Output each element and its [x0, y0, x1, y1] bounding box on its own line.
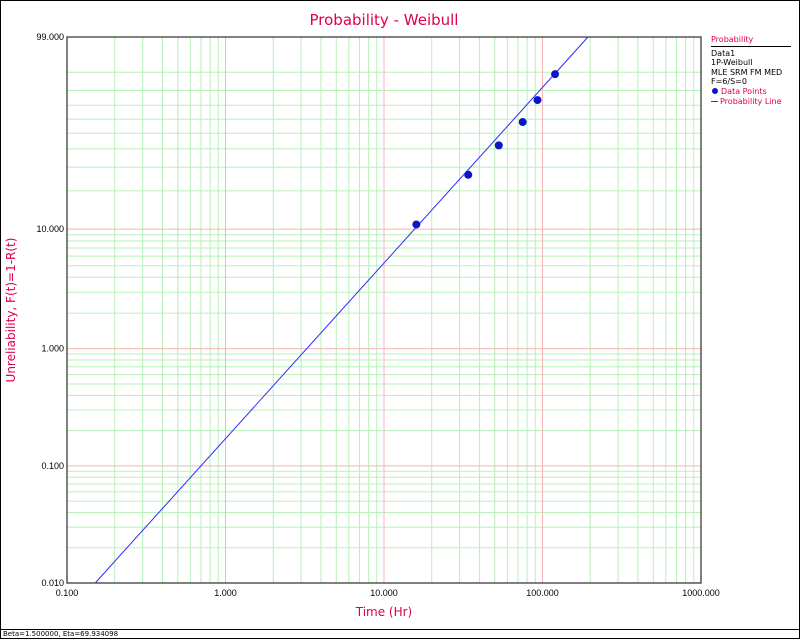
legend-item-data-points: Data Points [711, 87, 791, 97]
data-point [551, 70, 560, 79]
x-axis-label: Time (Hr) [355, 605, 413, 619]
y-tick-label: 0.010 [41, 578, 64, 588]
y-tick-label: 0.100 [41, 461, 64, 471]
chart-window: Probability - Weibull 0.100 1.000 10.000 10… [0, 0, 800, 639]
y-axis-ticks: 0.010 0.100 1.000 10.000 99.000 [36, 32, 64, 588]
x-axis-ticks: 0.100 1.000 10.000 100.000 1000.000 [56, 588, 720, 598]
y-tick-label: 10.000 [36, 224, 64, 234]
plot-area: 0.100 1.000 10.000 100.000 1000.000 0.0100.1… [36, 32, 720, 598]
line-marker-icon [711, 100, 718, 102]
x-tick-label: 0.100 [56, 588, 79, 598]
data-point [412, 220, 421, 229]
data-point [518, 118, 527, 127]
x-tick-label: 10.000 [370, 588, 398, 598]
x-tick-label: 1.000 [214, 588, 237, 598]
legend-line-3: F=6/S=0 [711, 77, 747, 87]
data-point-marker-icon [712, 88, 718, 95]
legend: Probability Data1 1P-Weibull MLE SRM FM … [711, 35, 791, 106]
y-tick-label: 99.000 [36, 32, 64, 42]
legend-line-1: 1P-Weibull [711, 58, 753, 68]
legend-line-2: MLE SRM FM MED [711, 67, 783, 77]
legend-probability-line-label: Probability Line [720, 96, 782, 106]
legend-line-0: Data1 [711, 48, 736, 58]
legend-item-probability-line: Probability Line [711, 97, 791, 107]
y-tick-label: 1.000 [41, 344, 64, 354]
x-tick-label: 100.000 [526, 588, 559, 598]
status-bar: Beta=1.500000, Eta=69.934098 [1, 629, 800, 639]
x-tick-label: 1000.000 [682, 588, 720, 598]
legend-title: Probability [711, 35, 791, 47]
legend-data-points-label: Data Points [721, 86, 767, 96]
data-point [464, 170, 473, 179]
data-point [533, 96, 542, 105]
y-axis-label: Unreliability, F(t)=1-R(t) [4, 237, 18, 383]
data-point [494, 141, 503, 150]
